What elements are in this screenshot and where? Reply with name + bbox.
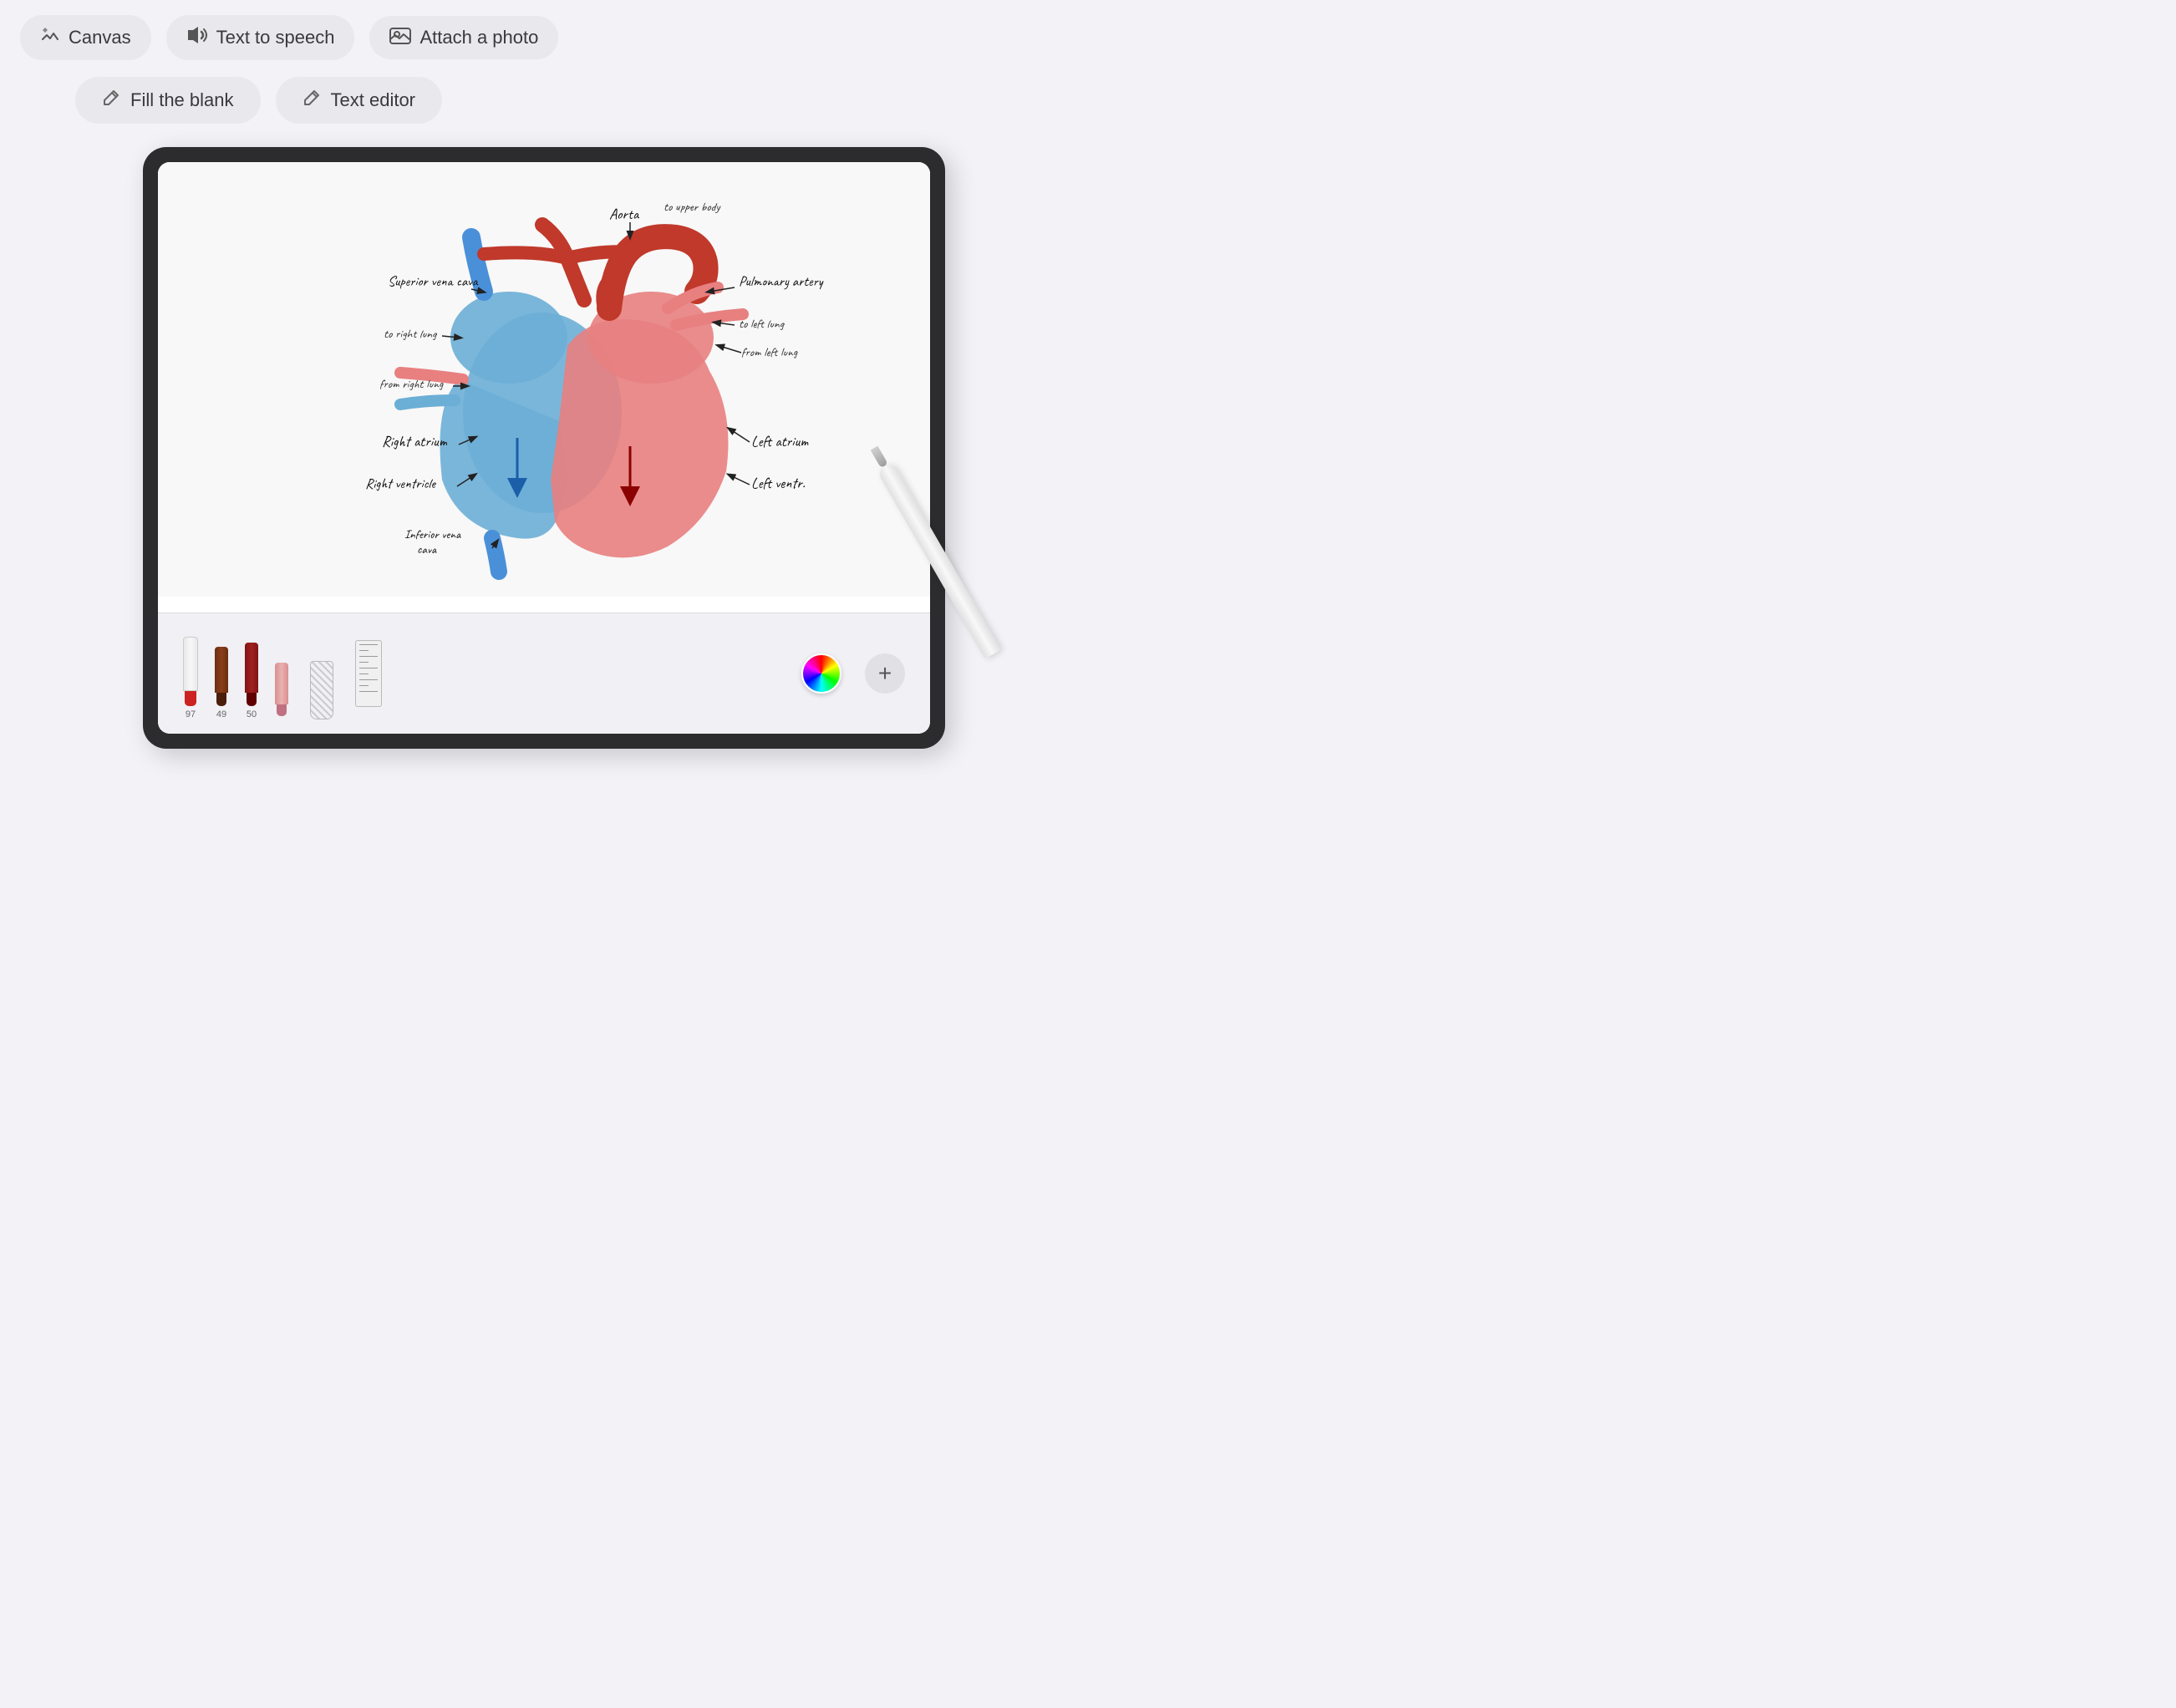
ipad-bottom-toolbar: 97 49 50 bbox=[158, 613, 930, 734]
marker-3-label: 50 bbox=[247, 709, 257, 719]
fill-blank-label: Fill the blank bbox=[130, 89, 234, 111]
marker-2-tool[interactable]: 49 bbox=[215, 628, 228, 719]
svg-text:from left lung: from left lung bbox=[741, 344, 798, 360]
fill-blank-button[interactable]: Fill the blank bbox=[75, 77, 261, 124]
attach-icon bbox=[389, 26, 411, 49]
ruler-tool[interactable] bbox=[355, 640, 382, 707]
svg-text:Left ventr.: Left ventr. bbox=[751, 475, 806, 493]
svg-text:Superior vena cava: Superior vena cava bbox=[388, 273, 479, 291]
canvas-icon bbox=[40, 25, 60, 50]
device-wrapper: Aorta to upper body Superior vena cava P… bbox=[0, 139, 1088, 749]
marker-1-label: 97 bbox=[186, 709, 196, 719]
add-tool-button[interactable]: + bbox=[865, 653, 905, 694]
attach-photo-button[interactable]: Attach a photo bbox=[369, 16, 558, 59]
second-toolbar: Fill the blank Text editor bbox=[0, 69, 1088, 139]
svg-text:to left lung: to left lung bbox=[739, 316, 785, 332]
svg-text:Left atrium: Left atrium bbox=[751, 433, 809, 451]
text-editor-icon bbox=[303, 89, 321, 112]
heart-diagram-svg: Aorta to upper body Superior vena cava P… bbox=[158, 162, 930, 597]
text-editor-label: Text editor bbox=[331, 89, 416, 111]
marker-3-tool[interactable]: 50 bbox=[245, 628, 258, 719]
canvas-label: Canvas bbox=[69, 27, 131, 48]
svg-text:cava: cava bbox=[417, 541, 437, 557]
marker-1-tool[interactable]: 97 bbox=[183, 628, 198, 719]
ruler-marks bbox=[356, 644, 381, 692]
svg-text:Right atrium: Right atrium bbox=[382, 433, 448, 451]
ipad-device: Aorta to upper body Superior vena cava P… bbox=[143, 147, 945, 749]
top-toolbar: Canvas Text to speech Attach a photo bbox=[0, 0, 1088, 69]
color-wheel[interactable] bbox=[801, 653, 841, 694]
svg-text:Aorta: Aorta bbox=[609, 206, 640, 224]
marker-4-tool[interactable] bbox=[275, 628, 288, 719]
svg-text:Right ventricle: Right ventricle bbox=[365, 475, 436, 493]
tts-icon bbox=[186, 25, 208, 50]
svg-text:to right lung: to right lung bbox=[384, 326, 438, 342]
hatch-tool[interactable] bbox=[310, 628, 333, 719]
diagram-area: Aorta to upper body Superior vena cava P… bbox=[158, 162, 930, 613]
svg-text:Inferior vena: Inferior vena bbox=[404, 526, 461, 542]
text-to-speech-button[interactable]: Text to speech bbox=[166, 15, 355, 60]
text-editor-button[interactable]: Text editor bbox=[276, 77, 443, 124]
svg-text:Pulmonary artery: Pulmonary artery bbox=[739, 273, 824, 291]
hatch-body bbox=[310, 661, 333, 719]
fill-blank-icon bbox=[102, 89, 120, 112]
marker-2-label: 49 bbox=[216, 709, 226, 719]
attach-label: Attach a photo bbox=[419, 27, 538, 48]
canvas-button[interactable]: Canvas bbox=[20, 15, 151, 60]
svg-text:from right lung: from right lung bbox=[379, 376, 444, 392]
ipad-screen: Aorta to upper body Superior vena cava P… bbox=[158, 162, 930, 734]
tts-label: Text to speech bbox=[216, 27, 335, 48]
svg-text:to upper body: to upper body bbox=[663, 199, 721, 215]
